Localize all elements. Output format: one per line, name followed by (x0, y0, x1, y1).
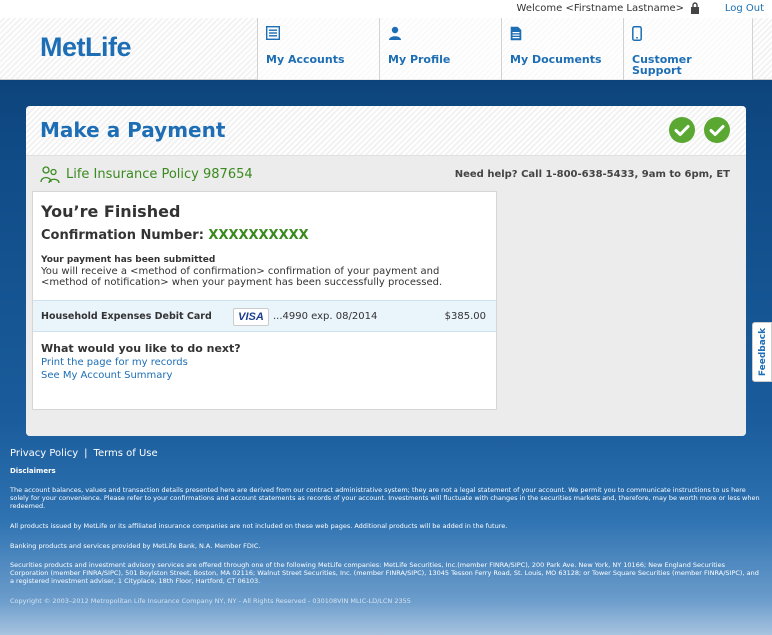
feedback-label: Feedback (758, 327, 768, 377)
nav-label: My Documents (510, 53, 602, 66)
payment-row: Household Expenses Debit Card VISA ...49… (33, 300, 496, 332)
nav-my-accounts[interactable]: My Accounts (257, 18, 379, 80)
feedback-tab[interactable]: Feedback (752, 322, 772, 382)
disclaimer-text: Securities products and investment advis… (10, 561, 759, 585)
card-body: Life Insurance Policy 987654 Need help? … (26, 156, 746, 436)
nav-label: Customer Support (632, 53, 692, 77)
lock-icon (691, 2, 699, 14)
confirmation-panel: You’re Finished Confirmation Number: XXX… (32, 191, 497, 410)
card-header: Make a Payment (26, 106, 746, 156)
main-nav: My Accounts My Profile My Documents Cust… (257, 18, 753, 80)
site-header: MetLife My Accounts My Profile My Docume… (0, 18, 772, 80)
check-icon (669, 117, 695, 143)
confirmation-number-value: XXXXXXXXXX (208, 228, 309, 243)
payment-amount: $385.00 (444, 311, 486, 322)
phone-icon (632, 26, 642, 41)
next-question: What would you like to do next? (41, 342, 241, 355)
disclaimer-text: All products issued by MetLife or its af… (10, 522, 508, 530)
list-icon (266, 26, 280, 40)
family-icon (40, 166, 60, 184)
nav-customer-support[interactable]: Customer Support (623, 18, 753, 80)
payment-card: Make a Payment Life Insurance Policy 987… (26, 106, 746, 436)
footer-links: Privacy Policy | Terms of Use (10, 448, 158, 459)
terms-of-use-link[interactable]: Terms of Use (94, 448, 158, 459)
welcome-text: Welcome <Firstname Lastname> (516, 3, 684, 14)
policy-label: Life Insurance Policy 987654 (66, 167, 253, 182)
confirmation-number: Confirmation Number: XXXXXXXXXX (41, 228, 309, 243)
confirmation-message: You will receive a <method of confirmati… (41, 266, 443, 288)
help-text: Need help? Call 1-800-638-5433, 9am to 6… (454, 169, 730, 180)
nav-my-profile[interactable]: My Profile (379, 18, 501, 80)
payment-account: Household Expenses Debit Card (41, 311, 212, 322)
print-records-link[interactable]: Print the page for my records (41, 357, 188, 368)
account-summary-link[interactable]: See My Account Summary (41, 370, 172, 381)
footer-separator: | (84, 448, 88, 459)
visa-logo: VISA (233, 308, 269, 326)
card-detail: ...4990 exp. 08/2014 (273, 311, 378, 322)
disclaimers-heading: Disclaimers (10, 467, 56, 475)
nav-label: My Accounts (266, 53, 345, 66)
nav-label: My Profile (388, 53, 451, 66)
disclaimer-text: Banking products and services provided b… (10, 542, 261, 550)
check-icon (704, 117, 730, 143)
finished-heading: You’re Finished (41, 202, 181, 221)
submitted-title: Your payment has been submitted (41, 255, 216, 265)
copyright-text: Copyright © 2003–2012 Metropolitan Life … (10, 597, 411, 605)
logout-link[interactable]: Log Out (725, 3, 764, 14)
nav-my-documents[interactable]: My Documents (501, 18, 623, 80)
metlife-logo[interactable]: MetLife (40, 32, 132, 63)
disclaimer-text: The account balances, values and transac… (10, 486, 760, 510)
person-icon (389, 26, 401, 40)
page-title: Make a Payment (40, 118, 226, 142)
privacy-policy-link[interactable]: Privacy Policy (10, 448, 78, 459)
document-icon (510, 26, 522, 41)
utility-bar: Welcome <Firstname Lastname> Log Out (0, 0, 772, 18)
confirmation-number-label: Confirmation Number: (41, 228, 209, 243)
